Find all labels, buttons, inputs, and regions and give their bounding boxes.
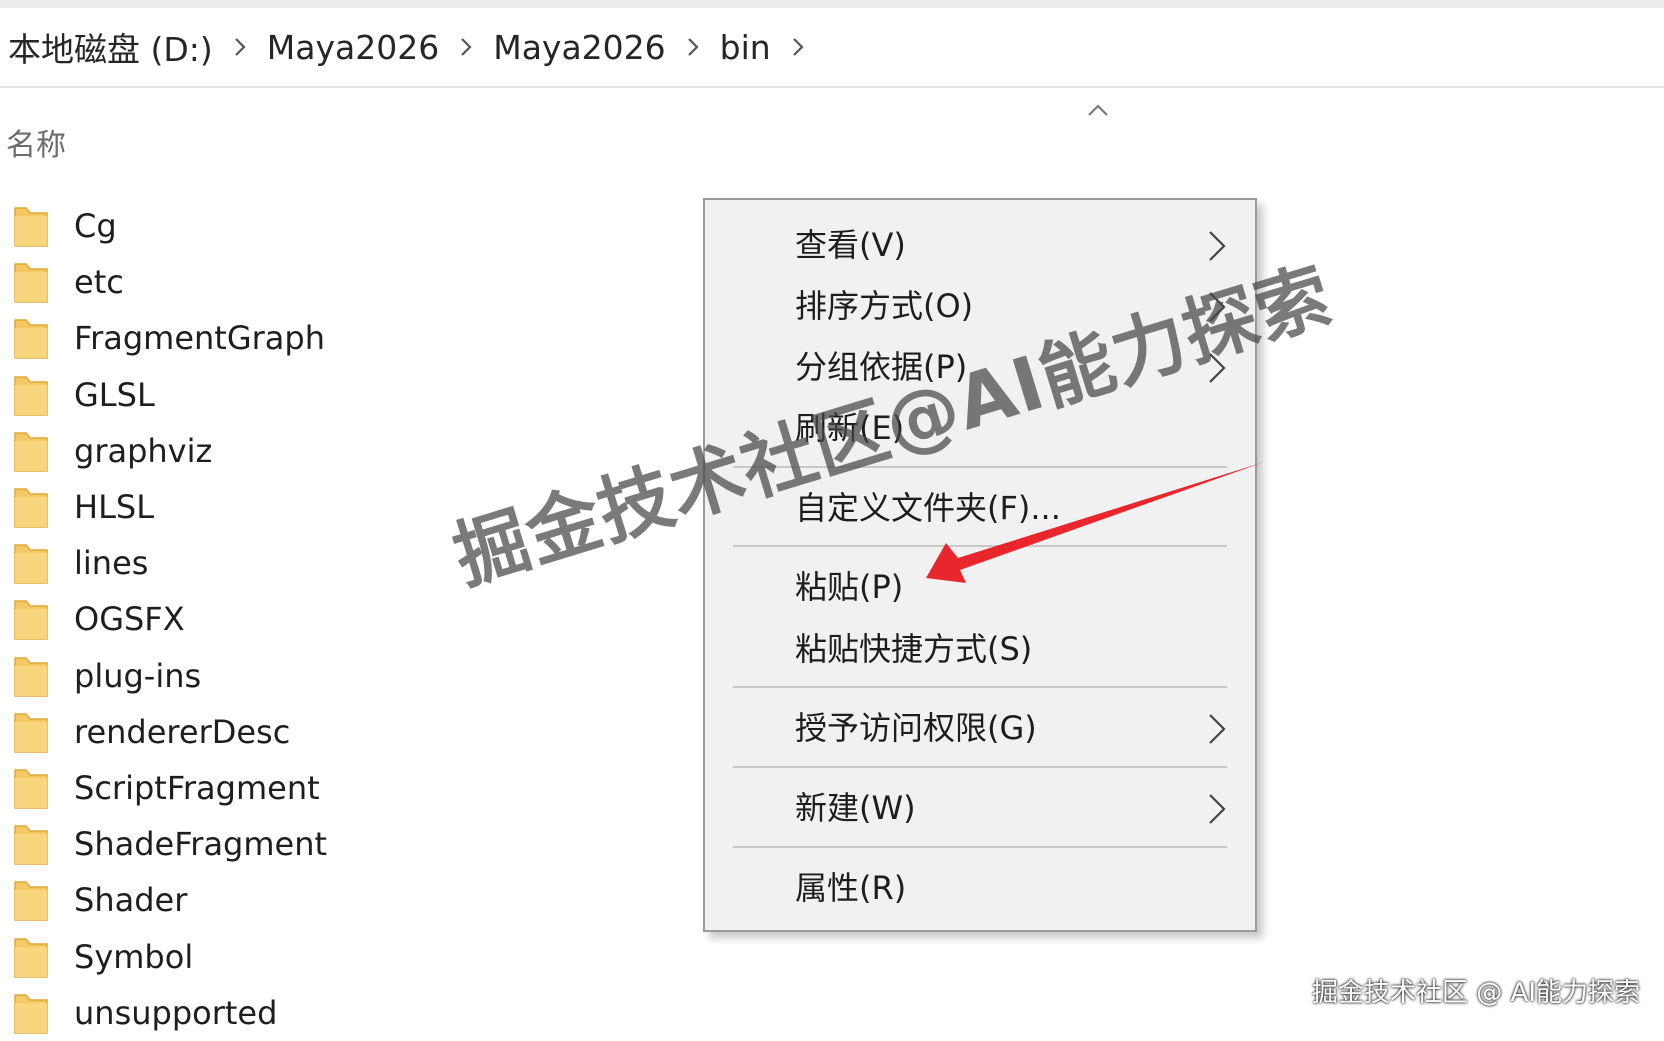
folder-icon: [14, 656, 48, 697]
list-item[interactable]: plug-ins: [12, 648, 652, 704]
list-item[interactable]: ShadeFragment: [12, 816, 652, 872]
chevron-right-icon[interactable]: [449, 36, 483, 58]
folder-name: unsupported: [74, 993, 278, 1032]
folder-icon: [14, 375, 48, 416]
menu-item-label: 授予访问权限(G): [795, 709, 1037, 747]
menu-item-label: 新建(W): [795, 789, 916, 827]
folder-name: ShadeFragment: [74, 825, 328, 864]
chevron-right-icon: [1209, 794, 1226, 824]
folder-icon: [14, 488, 48, 528]
address-breadcrumb[interactable]: 本地磁盘 (D:) Maya2026 Maya2026 bin: [0, 8, 1664, 88]
folder-name: lines: [74, 544, 149, 583]
column-header-name[interactable]: 名称: [6, 120, 66, 164]
menu-item-label: 排序方式(O): [795, 287, 974, 325]
menu-separator: [733, 545, 1227, 547]
file-list: Cg etc FragmentGraph GLSL graphviz HLSL …: [12, 198, 652, 1041]
folder-name: OGSFX: [74, 600, 185, 639]
folder-icon: [14, 432, 48, 472]
menu-item-view[interactable]: 查看(V): [795, 217, 1255, 269]
breadcrumb-drive[interactable]: 本地磁盘 (D:): [0, 23, 223, 71]
menu-item-label: 粘贴快捷方式(S): [795, 630, 1033, 668]
folder-icon: [14, 937, 48, 978]
menu-item-label: 属性(R): [795, 869, 907, 907]
folder-icon: [14, 881, 48, 922]
chevron-right-icon: [1209, 714, 1226, 744]
folder-name: plug-ins: [74, 656, 202, 695]
folder-icon: [14, 207, 48, 247]
window-top-edge: [0, 0, 1664, 8]
folder-name: GLSL: [74, 375, 155, 414]
footer-watermark: 掘金技术社区 @ AI能力探索: [1312, 978, 1640, 1008]
list-item[interactable]: OGSFX: [12, 591, 652, 647]
folder-icon: [14, 769, 48, 809]
breadcrumb-maya2026-root[interactable]: Maya2026: [257, 28, 449, 67]
list-item[interactable]: Cg: [12, 198, 652, 254]
breadcrumb-bin[interactable]: bin: [710, 28, 781, 67]
list-item[interactable]: Shader: [12, 872, 652, 928]
folder-name: graphviz: [74, 431, 213, 470]
breadcrumb-maya2026[interactable]: Maya2026: [483, 28, 675, 67]
chevron-right-icon: [1209, 231, 1226, 261]
menu-separator: [733, 846, 1227, 848]
chevron-right-icon[interactable]: [223, 36, 257, 58]
folder-name: ScriptFragment: [74, 768, 320, 807]
menu-item-label: 粘贴(P): [795, 568, 904, 606]
list-item[interactable]: FragmentGraph: [12, 310, 652, 366]
folder-icon: [14, 993, 48, 1034]
folder-name: Symbol: [74, 937, 194, 976]
folder-icon: [14, 825, 48, 865]
menu-item-new[interactable]: 新建(W): [795, 780, 1255, 832]
folder-name: HLSL: [74, 488, 155, 527]
folder-icon: [14, 600, 48, 641]
folder-name: etc: [74, 263, 124, 302]
folder-icon: [14, 713, 48, 753]
sort-ascending-icon[interactable]: [1086, 102, 1110, 118]
menu-item-give-access[interactable]: 授予访问权限(G): [795, 700, 1255, 752]
folder-icon: [14, 319, 48, 360]
chevron-right-icon[interactable]: [676, 36, 710, 58]
list-item[interactable]: etc: [12, 254, 652, 310]
folder-name: FragmentGraph: [74, 319, 325, 358]
menu-separator: [733, 766, 1227, 768]
list-item[interactable]: ScriptFragment: [12, 760, 652, 816]
chevron-right-icon[interactable]: [781, 36, 815, 58]
menu-separator: [733, 686, 1227, 688]
folder-icon: [14, 263, 48, 304]
list-item[interactable]: GLSL: [12, 367, 652, 423]
list-item[interactable]: unsupported: [12, 985, 652, 1041]
menu-item-customize-folder[interactable]: 自定义文件夹(F)...: [795, 480, 1255, 532]
folder-name: rendererDesc: [74, 712, 291, 751]
list-item[interactable]: Symbol: [12, 928, 652, 984]
folder-name: Cg: [74, 207, 117, 246]
list-item[interactable]: rendererDesc: [12, 704, 652, 760]
folder-icon: [14, 544, 48, 584]
menu-item-paste-shortcut[interactable]: 粘贴快捷方式(S): [795, 621, 1255, 673]
folder-name: Shader: [74, 881, 188, 920]
menu-item-label: 查看(V): [795, 226, 906, 264]
menu-item-paste[interactable]: 粘贴(P): [795, 559, 1255, 611]
menu-item-properties[interactable]: 属性(R): [795, 860, 1255, 912]
